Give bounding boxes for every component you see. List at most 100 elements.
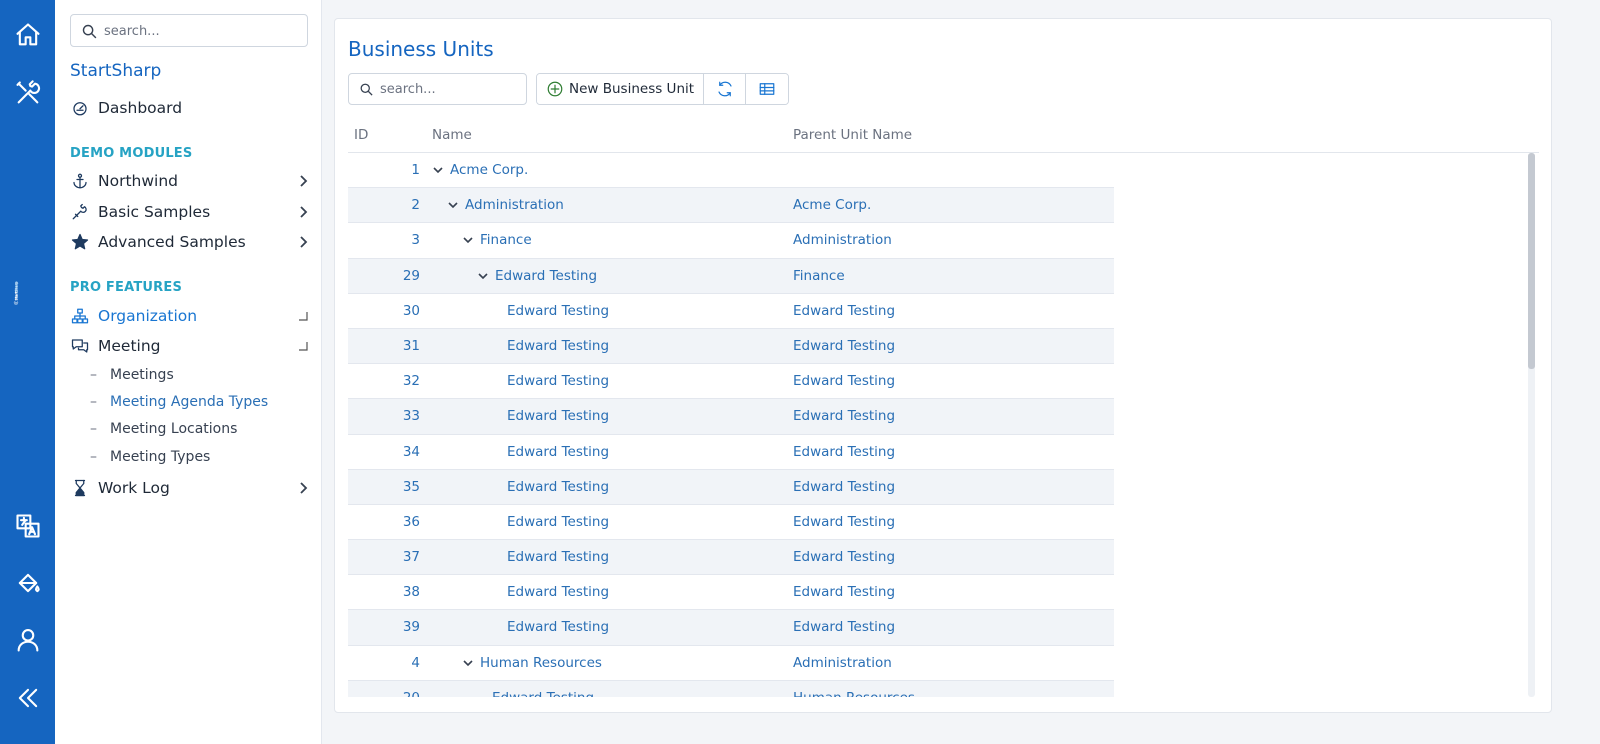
grid-search-input[interactable] (380, 78, 520, 100)
cell-name[interactable]: Edward Testing (507, 619, 609, 635)
cell-name[interactable]: Finance (462, 232, 532, 248)
cell-name-text[interactable]: Edward Testing (507, 444, 609, 460)
table-row[interactable]: 34 Edward Testing Edward Testing (348, 435, 1114, 470)
cell-name-text[interactable]: Edward Testing (507, 479, 609, 495)
column-picker-button[interactable] (746, 74, 789, 104)
sidebar-item-organization[interactable]: Organization (70, 302, 310, 330)
table-row[interactable]: 35 Edward Testing Edward Testing (348, 469, 1114, 505)
sidebar-search-input[interactable] (104, 19, 299, 43)
table-row[interactable]: 37 Edward Testing Edward Testing (348, 540, 1114, 576)
sidebar-search[interactable] (70, 14, 308, 47)
cell-parent[interactable]: Administration (793, 655, 892, 671)
cell-name-text[interactable]: Finance (480, 232, 532, 248)
sidebar-subitem-meeting-locations[interactable]: – Meeting Locations (90, 418, 237, 440)
cell-name[interactable]: Edward Testing (507, 549, 609, 565)
cell-parent[interactable]: Human Resources (793, 690, 915, 697)
table-row[interactable]: 33 Edward Testing Edward Testing (348, 399, 1114, 435)
sidebar-subitem-meeting-types[interactable]: – Meeting Types (90, 446, 210, 468)
chevron-down-icon[interactable] (462, 234, 474, 246)
cell-name[interactable]: Human Resources (462, 655, 602, 671)
table-row[interactable]: 30 Edward Testing Edward Testing (348, 294, 1114, 329)
tools-icon[interactable] (0, 73, 55, 113)
sidebar-item-northwind[interactable]: Northwind (70, 167, 310, 195)
table-row[interactable]: 31 Edward Testing Edward Testing (348, 328, 1114, 365)
sidebar-item-dashboard[interactable]: Dashboard (70, 94, 310, 122)
table-row[interactable]: 3 Finance Administration (348, 223, 1114, 259)
sidebar-title[interactable]: StartSharp (70, 61, 161, 81)
table-row[interactable]: 4 Human Resources Administration (348, 646, 1114, 681)
paint-bucket-icon[interactable] (0, 563, 55, 603)
table-row[interactable]: 39 Edward Testing Edward Testing (348, 610, 1114, 646)
sidebar-item-work-log[interactable]: Work Log (70, 474, 310, 502)
cell-name[interactable]: Edward Testing (507, 338, 609, 354)
cell-name[interactable]: Administration (447, 197, 564, 213)
cell-parent[interactable]: Acme Corp. (793, 197, 871, 213)
cell-parent[interactable]: Edward Testing (793, 584, 895, 600)
table-row[interactable]: 2 Administration Acme Corp. (348, 188, 1114, 224)
cell-name[interactable]: Edward Testing (507, 584, 609, 600)
sidebar-subitem-meeting-agenda-types[interactable]: – Meeting Agenda Types (90, 391, 268, 413)
chevron-down-icon[interactable] (477, 270, 489, 282)
cell-parent[interactable]: Administration (793, 232, 892, 248)
cell-name[interactable]: Edward Testing (507, 444, 609, 460)
cell-name-text[interactable]: Edward Testing (507, 584, 609, 600)
cell-name-text[interactable]: Human Resources (480, 655, 602, 671)
user-icon[interactable] (0, 620, 55, 660)
cell-parent[interactable]: Edward Testing (793, 444, 895, 460)
cell-parent[interactable]: Edward Testing (793, 408, 895, 424)
cell-name-text[interactable]: Edward Testing (507, 373, 609, 389)
table-row[interactable]: 38 Edward Testing Edward Testing (348, 575, 1114, 611)
table-row[interactable]: 29 Edward Testing Finance (348, 258, 1114, 294)
refresh-button[interactable] (704, 74, 747, 104)
cell-name[interactable]: Edward Testing (507, 408, 609, 424)
language-icon[interactable] (0, 506, 55, 546)
column-header-id[interactable]: ID (354, 127, 368, 143)
table-row[interactable]: 36 Edward Testing Edward Testing (348, 505, 1114, 541)
grid-scrollbar[interactable] (1528, 153, 1535, 697)
home-icon[interactable] (0, 15, 55, 55)
cell-name-text[interactable]: Edward Testing (507, 303, 609, 319)
chevron-down-icon[interactable] (462, 657, 474, 669)
sidebar-item-advanced-samples[interactable]: Advanced Samples (70, 228, 310, 256)
sidebar-subitem-meetings[interactable]: – Meetings (90, 364, 174, 386)
cell-name-text[interactable]: Edward Testing (507, 408, 609, 424)
new-business-unit-button[interactable]: New Business Unit (537, 74, 705, 104)
cell-name[interactable]: Edward Testing (477, 268, 597, 284)
cell-parent[interactable]: Edward Testing (793, 549, 895, 565)
cell-name[interactable]: Edward Testing (507, 303, 609, 319)
cell-name-text[interactable]: Administration (465, 197, 564, 213)
chevron-down-icon[interactable] (447, 199, 459, 211)
cell-parent[interactable]: Edward Testing (793, 303, 895, 319)
cell-name-text[interactable]: Edward Testing (507, 549, 609, 565)
cell-parent[interactable]: Finance (793, 268, 845, 284)
collapse-icon[interactable] (0, 678, 55, 718)
cell-name[interactable]: Edward Testing (507, 514, 609, 530)
cell-name[interactable]: Edward Testing (492, 690, 594, 697)
cell-parent[interactable]: Edward Testing (793, 338, 895, 354)
sidebar-item-basic-samples[interactable]: Basic Samples (70, 198, 310, 226)
column-header-parent[interactable]: Parent Unit Name (793, 127, 912, 143)
sidebar-item-label: Work Log (98, 479, 170, 497)
table-row[interactable]: 20 Edward Testing Human Resources (348, 680, 1114, 697)
chevron-down-icon[interactable] (432, 164, 444, 176)
column-header-name[interactable]: Name (432, 127, 472, 143)
cell-name-text[interactable]: Edward Testing (507, 338, 609, 354)
cell-name-text[interactable]: Edward Testing (495, 268, 597, 284)
cell-name-text[interactable]: Edward Testing (507, 619, 609, 635)
cell-parent[interactable]: Edward Testing (793, 373, 895, 389)
cell-name[interactable]: Acme Corp. (432, 162, 528, 178)
cell-parent[interactable]: Edward Testing (793, 619, 895, 635)
cell-parent[interactable]: Edward Testing (793, 514, 895, 530)
cell-name[interactable]: Edward Testing (507, 479, 609, 495)
table-row[interactable]: 1 Acme Corp. (348, 153, 1114, 189)
cell-name-text[interactable]: Edward Testing (507, 514, 609, 530)
table-row[interactable]: 32 Edward Testing Edward Testing (348, 364, 1114, 400)
cell-name-text[interactable]: Acme Corp. (450, 162, 528, 178)
cell-parent[interactable]: Edward Testing (793, 479, 895, 495)
cell-name[interactable]: Edward Testing (507, 373, 609, 389)
grid-search[interactable] (348, 73, 527, 105)
gauge-icon (70, 98, 90, 118)
cell-name-text[interactable]: Edward Testing (492, 690, 594, 697)
scrollbar-thumb[interactable] (1528, 153, 1535, 369)
sidebar-item-meeting[interactable]: Meeting (70, 332, 310, 360)
